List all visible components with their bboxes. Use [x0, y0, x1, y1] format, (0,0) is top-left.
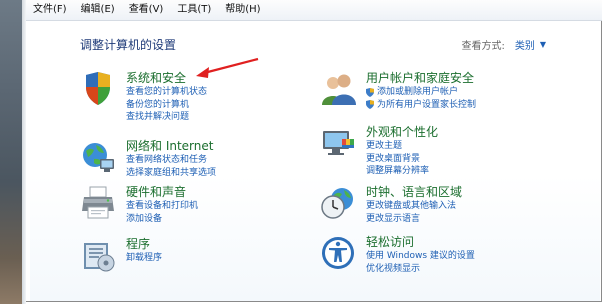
red-annotation-arrow [196, 57, 259, 78]
